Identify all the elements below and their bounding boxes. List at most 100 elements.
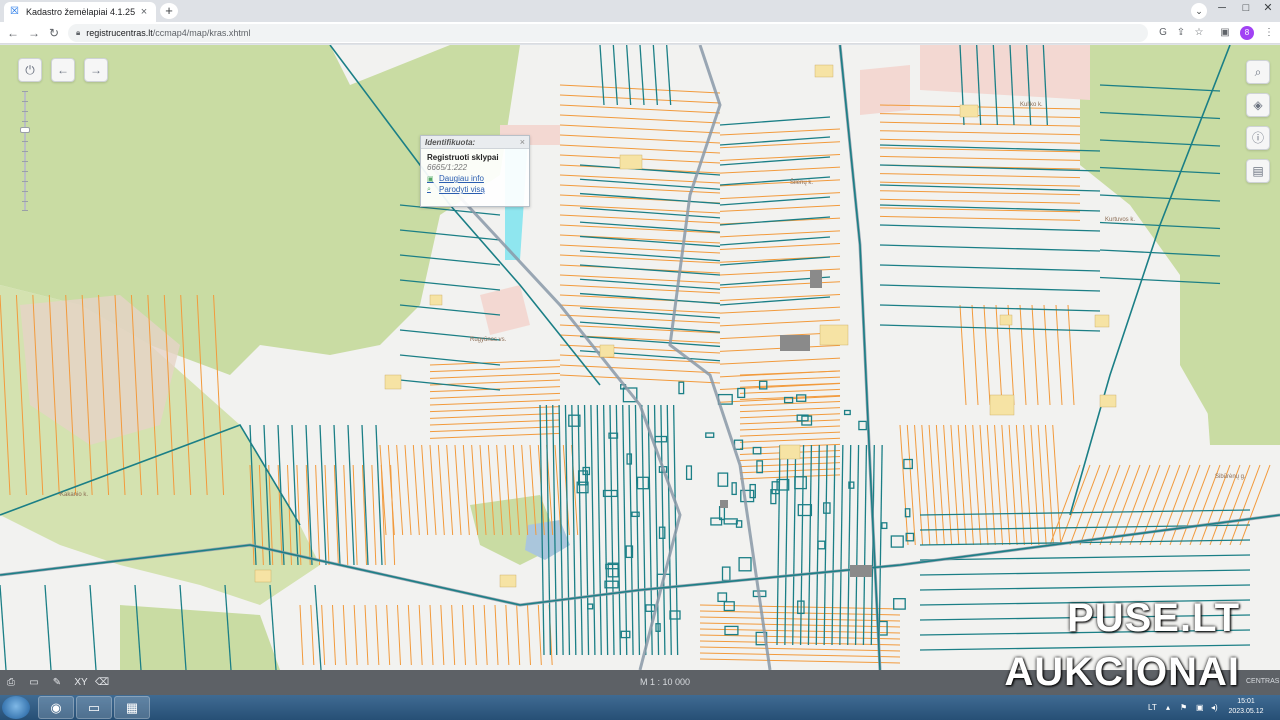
- document-icon: ▣: [427, 175, 434, 183]
- info-button[interactable]: ⓘ: [1246, 126, 1270, 150]
- share-icon[interactable]: ⇪: [1174, 26, 1188, 40]
- more-info-link[interactable]: ▣ Daugiau info: [421, 173, 529, 184]
- zoom-tick: [22, 171, 28, 172]
- parcel-line: [429, 399, 561, 406]
- parcel-line: [879, 264, 1101, 272]
- flag-icon[interactable]: ⚑: [1180, 695, 1187, 720]
- parcel-line: [361, 424, 369, 566]
- parcel-line: [315, 464, 321, 566]
- parcel-line: [412, 444, 420, 536]
- parcel-line: [628, 404, 634, 656]
- parcel-line: [89, 584, 97, 670]
- language-indicator[interactable]: LT: [1148, 695, 1157, 720]
- parcel-line: [483, 604, 488, 666]
- edit-icon[interactable]: ✎: [50, 676, 64, 689]
- parcel-line: [559, 184, 721, 194]
- search-button[interactable]: ⌕: [1246, 60, 1270, 84]
- parcel-plot: [752, 446, 762, 455]
- excel-taskbar-icon[interactable]: ▦: [114, 696, 150, 719]
- parcel-line: [719, 128, 841, 136]
- document-button[interactable]: ▤: [1246, 159, 1270, 183]
- zoom-handle[interactable]: [20, 127, 30, 133]
- reload-icon[interactable]: ↻: [46, 25, 62, 41]
- parcel-line: [559, 114, 721, 124]
- parcel-line: [612, 45, 618, 106]
- tray-clock[interactable]: 15:01 2023.05.12: [1226, 697, 1266, 717]
- eraser-icon[interactable]: ⌫: [95, 676, 109, 689]
- zoom-tick: [22, 161, 28, 162]
- parcel-line: [739, 370, 841, 376]
- parcel-plot: [797, 504, 813, 517]
- power-button[interactable]: ⏻: [18, 58, 42, 82]
- menu-icon[interactable]: ⋮: [1262, 26, 1276, 40]
- start-button[interactable]: [2, 696, 30, 719]
- maximize-button[interactable]: □: [1234, 0, 1258, 18]
- explorer-taskbar-icon[interactable]: ▭: [76, 696, 112, 719]
- parcel-line: [379, 444, 387, 536]
- parcel-line: [699, 658, 901, 664]
- zoom-slider[interactable]: [20, 91, 30, 211]
- history-back-button[interactable]: ←: [51, 58, 75, 82]
- parcel-line: [577, 404, 583, 656]
- close-window-button[interactable]: ✕: [1256, 0, 1280, 18]
- parcel-plot: [843, 409, 851, 416]
- volume-icon[interactable]: ◂): [1211, 695, 1218, 720]
- bookmark-star-icon[interactable]: ☆: [1192, 26, 1206, 40]
- zoom-tick: [22, 101, 28, 102]
- profile-avatar[interactable]: 8: [1240, 26, 1254, 40]
- history-forward-button[interactable]: →: [84, 58, 108, 82]
- cadastral-map[interactable]: ⏻ ← → ⌕ ◈ ⓘ ▤ Identifikuota: × Registruo…: [0, 45, 1280, 670]
- screen: ☒ Kadastro žemėlapiai 4.1.25 × + ⌄ ─ □ ✕…: [0, 0, 1280, 720]
- parcel-plot: [631, 511, 640, 518]
- parcel-plot: [705, 432, 715, 438]
- show-all-link[interactable]: ⌕ Parodyti visą: [421, 184, 529, 195]
- tab-search-button[interactable]: ⌄: [1191, 3, 1207, 19]
- parcel-plot: [749, 483, 756, 499]
- zoom-tick: [22, 210, 28, 211]
- parcel-line: [622, 404, 628, 656]
- parcel-plot: [903, 458, 913, 470]
- new-tab-button[interactable]: +: [160, 3, 178, 19]
- network-icon[interactable]: ▣: [1196, 695, 1204, 720]
- tab-close-icon[interactable]: ×: [138, 6, 150, 18]
- chrome-taskbar-icon[interactable]: ◉: [38, 696, 74, 719]
- coordinates-button[interactable]: XY: [72, 676, 90, 689]
- layers-button[interactable]: ◈: [1246, 93, 1270, 117]
- parcel-line: [919, 569, 1251, 576]
- search-icon: ⌕: [1254, 65, 1262, 79]
- ruler-icon[interactable]: ▭: [27, 676, 41, 689]
- tray-expand-icon[interactable]: ▴: [1166, 695, 1170, 720]
- parcel-line: [559, 244, 721, 254]
- parcel-line: [314, 584, 322, 670]
- url-host: registrucentras.lt: [86, 28, 153, 38]
- map-canvas[interactable]: [0, 45, 1280, 670]
- address-bar[interactable]: 🔒︎ registrucentras.lt /ccmap4/map/kras.x…: [68, 24, 1148, 42]
- back-icon[interactable]: ←: [5, 25, 21, 41]
- parcel-line: [609, 404, 615, 656]
- parcel-line: [719, 136, 831, 146]
- place-label: Kurtuvos k.: [1105, 217, 1136, 223]
- side-panel-icon[interactable]: ▣: [1218, 26, 1232, 40]
- parcel-line: [343, 464, 349, 566]
- parcel-line: [1037, 424, 1047, 546]
- parcel-line: [879, 190, 1081, 196]
- forward-icon[interactable]: →: [26, 25, 42, 41]
- parcel-line: [906, 424, 916, 546]
- parcel-line: [559, 144, 721, 154]
- google-icon[interactable]: G: [1156, 26, 1170, 40]
- minimize-button[interactable]: ─: [1210, 0, 1234, 18]
- parcel-line: [647, 404, 653, 656]
- zoom-tick: [22, 191, 28, 192]
- parcel-line: [559, 374, 721, 384]
- parcel-line: [666, 45, 672, 106]
- parcel-line: [776, 444, 781, 646]
- parcel-line: [799, 444, 805, 646]
- print-icon[interactable]: ⎙: [4, 676, 18, 689]
- parcel-line: [739, 376, 841, 382]
- place-label: Kuliko k.: [1020, 102, 1043, 108]
- popup-close-icon[interactable]: ×: [520, 137, 525, 147]
- parcel-line: [579, 264, 721, 276]
- parcel-line: [1044, 424, 1054, 546]
- browser-tab[interactable]: ☒ Kadastro žemėlapiai 4.1.25 ×: [4, 2, 156, 22]
- taskbar: ◉ ▭ ▦ LT ▴ ⚑ ▣ ◂) 15:01 2023.05.12: [0, 695, 1280, 720]
